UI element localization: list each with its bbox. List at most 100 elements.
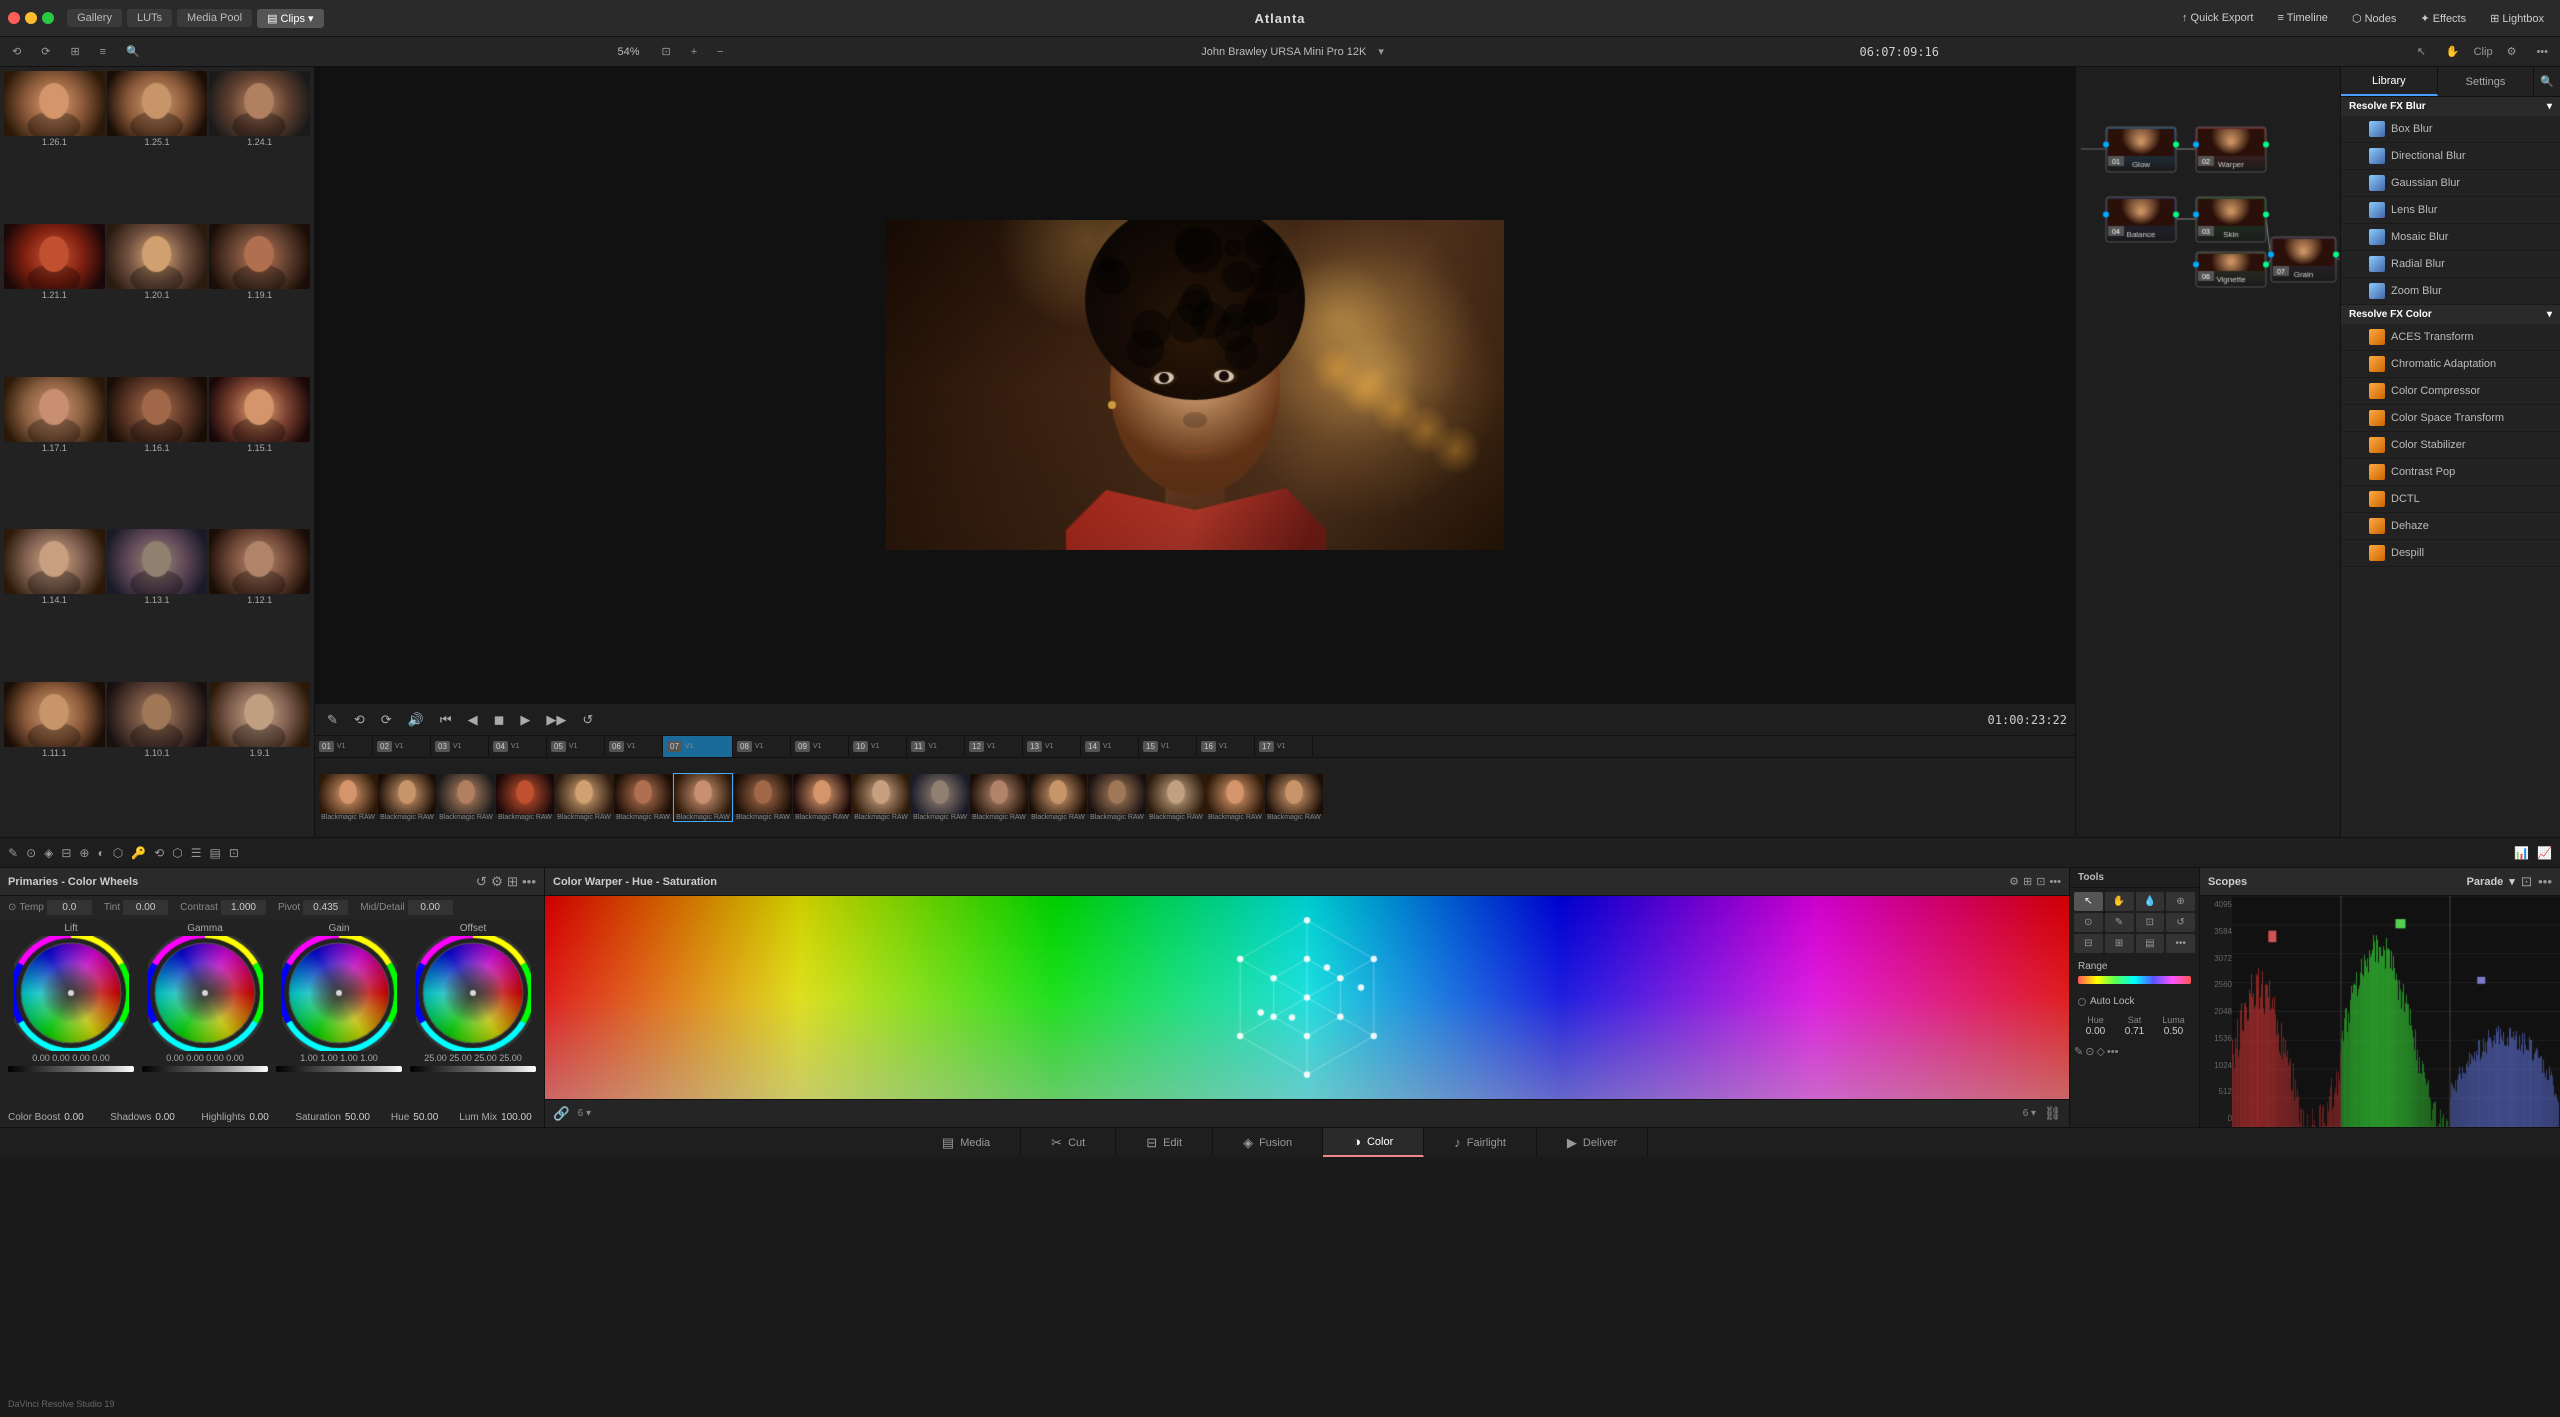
timeline-clip[interactable]: Blackmagic RAW	[1029, 774, 1087, 821]
hand-tool-button[interactable]: ✋	[2440, 43, 2466, 60]
pivot-input[interactable]	[303, 900, 348, 915]
warper-settings-icon[interactable]: ⚙	[2009, 875, 2019, 888]
fx-color-item[interactable]: Chromatic Adaptation	[2341, 351, 2560, 378]
dropdown-arrow-icon[interactable]: ▾	[1378, 45, 1384, 58]
timeline-number-item[interactable]: 14V1	[1081, 736, 1139, 757]
list-item[interactable]: 1.14.1	[4, 529, 105, 680]
timeline-number-item[interactable]: 02V1	[373, 736, 431, 757]
list-item[interactable]: 1.13.1	[107, 529, 208, 680]
color-wheel-gain[interactable]: Gain1.00 1.00 1.00 1.00	[276, 923, 402, 1104]
collapse-color-icon[interactable]: ▾	[2547, 309, 2552, 320]
color-tool-7[interactable]: ⬡	[113, 846, 123, 860]
timeline-clip[interactable]: Blackmagic RAW	[319, 774, 377, 821]
color-wheel-gamma[interactable]: Gamma0.00 0.00 0.00 0.00	[142, 923, 268, 1104]
list-item[interactable]: 1.10.1	[107, 682, 208, 833]
list-item[interactable]: 1.16.1	[107, 377, 208, 528]
close-button[interactable]	[8, 12, 20, 24]
collapse-blur-icon[interactable]: ▾	[2547, 101, 2552, 112]
brush-tool-button[interactable]: ⊕	[2166, 892, 2195, 911]
timeline-number-item[interactable]: 13V1	[1023, 736, 1081, 757]
media-pool-button[interactable]: Media Pool	[177, 9, 252, 27]
color-tool-8[interactable]: 🔑	[131, 846, 146, 860]
fx-blur-item[interactable]: Radial Blur	[2341, 251, 2560, 278]
list-item[interactable]: 1.9.1	[209, 682, 310, 833]
bottom-tab-color[interactable]: ◑Color	[1323, 1128, 1424, 1157]
fx-color-item[interactable]: DCTL	[2341, 486, 2560, 513]
fx-color-item[interactable]: Dehaze	[2341, 513, 2560, 540]
timeline-number-item[interactable]: 08V1	[733, 736, 791, 757]
select-tool-button[interactable]: ↖	[2074, 892, 2103, 911]
timeline-clip[interactable]: Blackmagic RAW	[1147, 774, 1205, 821]
wheels-settings-icon[interactable]: ⚙	[491, 874, 503, 890]
fx-blur-item[interactable]: Zoom Blur	[2341, 278, 2560, 305]
wheel-slider[interactable]	[142, 1066, 268, 1072]
list-item[interactable]: 1.17.1	[4, 377, 105, 528]
wheels-grid-icon[interactable]: ⊞	[507, 874, 518, 890]
timeline-number-item[interactable]: 11V1	[907, 736, 965, 757]
undo-icon[interactable]: ⟲	[6, 43, 27, 60]
fx-color-item[interactable]: Color Compressor	[2341, 378, 2560, 405]
timeline-number-item[interactable]: 10V1	[849, 736, 907, 757]
graph-button[interactable]: 📈	[2537, 846, 2552, 860]
lasso-tool-button[interactable]: ⊙	[2074, 913, 2103, 932]
timeline-clip[interactable]: Blackmagic RAW	[673, 773, 733, 822]
luts-button[interactable]: LUTs	[127, 9, 172, 27]
timeline-number-item[interactable]: 15V1	[1139, 736, 1197, 757]
fx-blur-item[interactable]: Lens Blur	[2341, 197, 2560, 224]
undo-control-button[interactable]: ⟲	[350, 710, 369, 730]
fx-blur-item[interactable]: Directional Blur	[2341, 143, 2560, 170]
warper-more-icon[interactable]: •••	[2049, 875, 2061, 888]
list-item[interactable]: 1.12.1	[209, 529, 310, 680]
fx-blur-item[interactable]: Box Blur	[2341, 116, 2560, 143]
timeline-clip[interactable]: Blackmagic RAW	[496, 774, 554, 821]
color-tool-10[interactable]: ⬡	[172, 846, 182, 860]
redo-control-button[interactable]: ⟳	[377, 710, 396, 730]
timeline-clip[interactable]: Blackmagic RAW	[614, 774, 672, 821]
search-icon[interactable]: 🔍	[2534, 67, 2560, 96]
list-item[interactable]: 1.25.1	[107, 71, 208, 222]
list-item[interactable]: 1.21.1	[4, 224, 105, 375]
redo-icon[interactable]: ⟳	[35, 43, 56, 60]
move-tool-button[interactable]: ✋	[2105, 892, 2134, 911]
scopes-more-icon[interactable]: •••	[2538, 874, 2552, 889]
timeline-clip[interactable]: Blackmagic RAW	[734, 774, 792, 821]
eyedropper-tool-button[interactable]: 💧	[2136, 892, 2165, 911]
fit-button[interactable]: ⊡	[655, 43, 676, 60]
list-item[interactable]: 1.20.1	[107, 224, 208, 375]
cursor-tool-button[interactable]: ↖	[2411, 43, 2432, 60]
fx-color-item[interactable]: ACES Transform	[2341, 324, 2560, 351]
timeline-clip[interactable]: Blackmagic RAW	[793, 774, 851, 821]
circle-icon[interactable]: ⊙	[2085, 1045, 2094, 1058]
pen-tool-button[interactable]: ✎	[2105, 913, 2134, 932]
clips-button[interactable]: ▤ Clips ▾	[257, 9, 323, 28]
maximize-button[interactable]	[42, 12, 54, 24]
temp-input[interactable]	[47, 900, 92, 915]
bottom-tab-media[interactable]: ▤Media	[912, 1128, 1021, 1157]
timeline-number-item[interactable]: 01V1	[315, 736, 373, 757]
grid-view-button[interactable]: ⊞	[64, 43, 85, 60]
timeline-clip[interactable]: Blackmagic RAW	[970, 774, 1028, 821]
dots-icon[interactable]: •••	[2107, 1045, 2119, 1058]
minimize-button[interactable]	[25, 12, 37, 24]
warper-grid-icon[interactable]: ⊞	[2023, 875, 2032, 888]
color-tool-4[interactable]: ⊟	[61, 846, 71, 860]
timeline-clip[interactable]: Blackmagic RAW	[1206, 774, 1264, 821]
timeline-number-item[interactable]: 03V1	[431, 736, 489, 757]
color-tool-5[interactable]: ⊕	[79, 846, 89, 860]
warp-tool-button[interactable]: ⊡	[2136, 913, 2165, 932]
stop-button[interactable]: ◼	[490, 710, 509, 730]
color-tool-2[interactable]: ⊙	[26, 846, 36, 860]
fx-color-item[interactable]: Color Stabilizer	[2341, 432, 2560, 459]
tab-library[interactable]: Library	[2341, 67, 2438, 96]
fx-color-item[interactable]: Contrast Pop	[2341, 459, 2560, 486]
tool-10[interactable]: ⊞	[2105, 934, 2134, 953]
zoom-in-button[interactable]: +	[685, 44, 703, 60]
tint-input[interactable]	[123, 900, 168, 915]
edit-mode-button[interactable]: ✎	[323, 710, 342, 730]
contrast-input[interactable]	[221, 900, 266, 915]
bottom-tab-deliver[interactable]: ▶Deliver	[1537, 1128, 1648, 1157]
pencil-icon[interactable]: ✎	[2074, 1045, 2083, 1058]
color-tool-6[interactable]: ◐	[97, 846, 104, 860]
audio-button[interactable]: 🔊	[404, 710, 428, 730]
color-tool-3[interactable]: ◈	[44, 846, 53, 860]
